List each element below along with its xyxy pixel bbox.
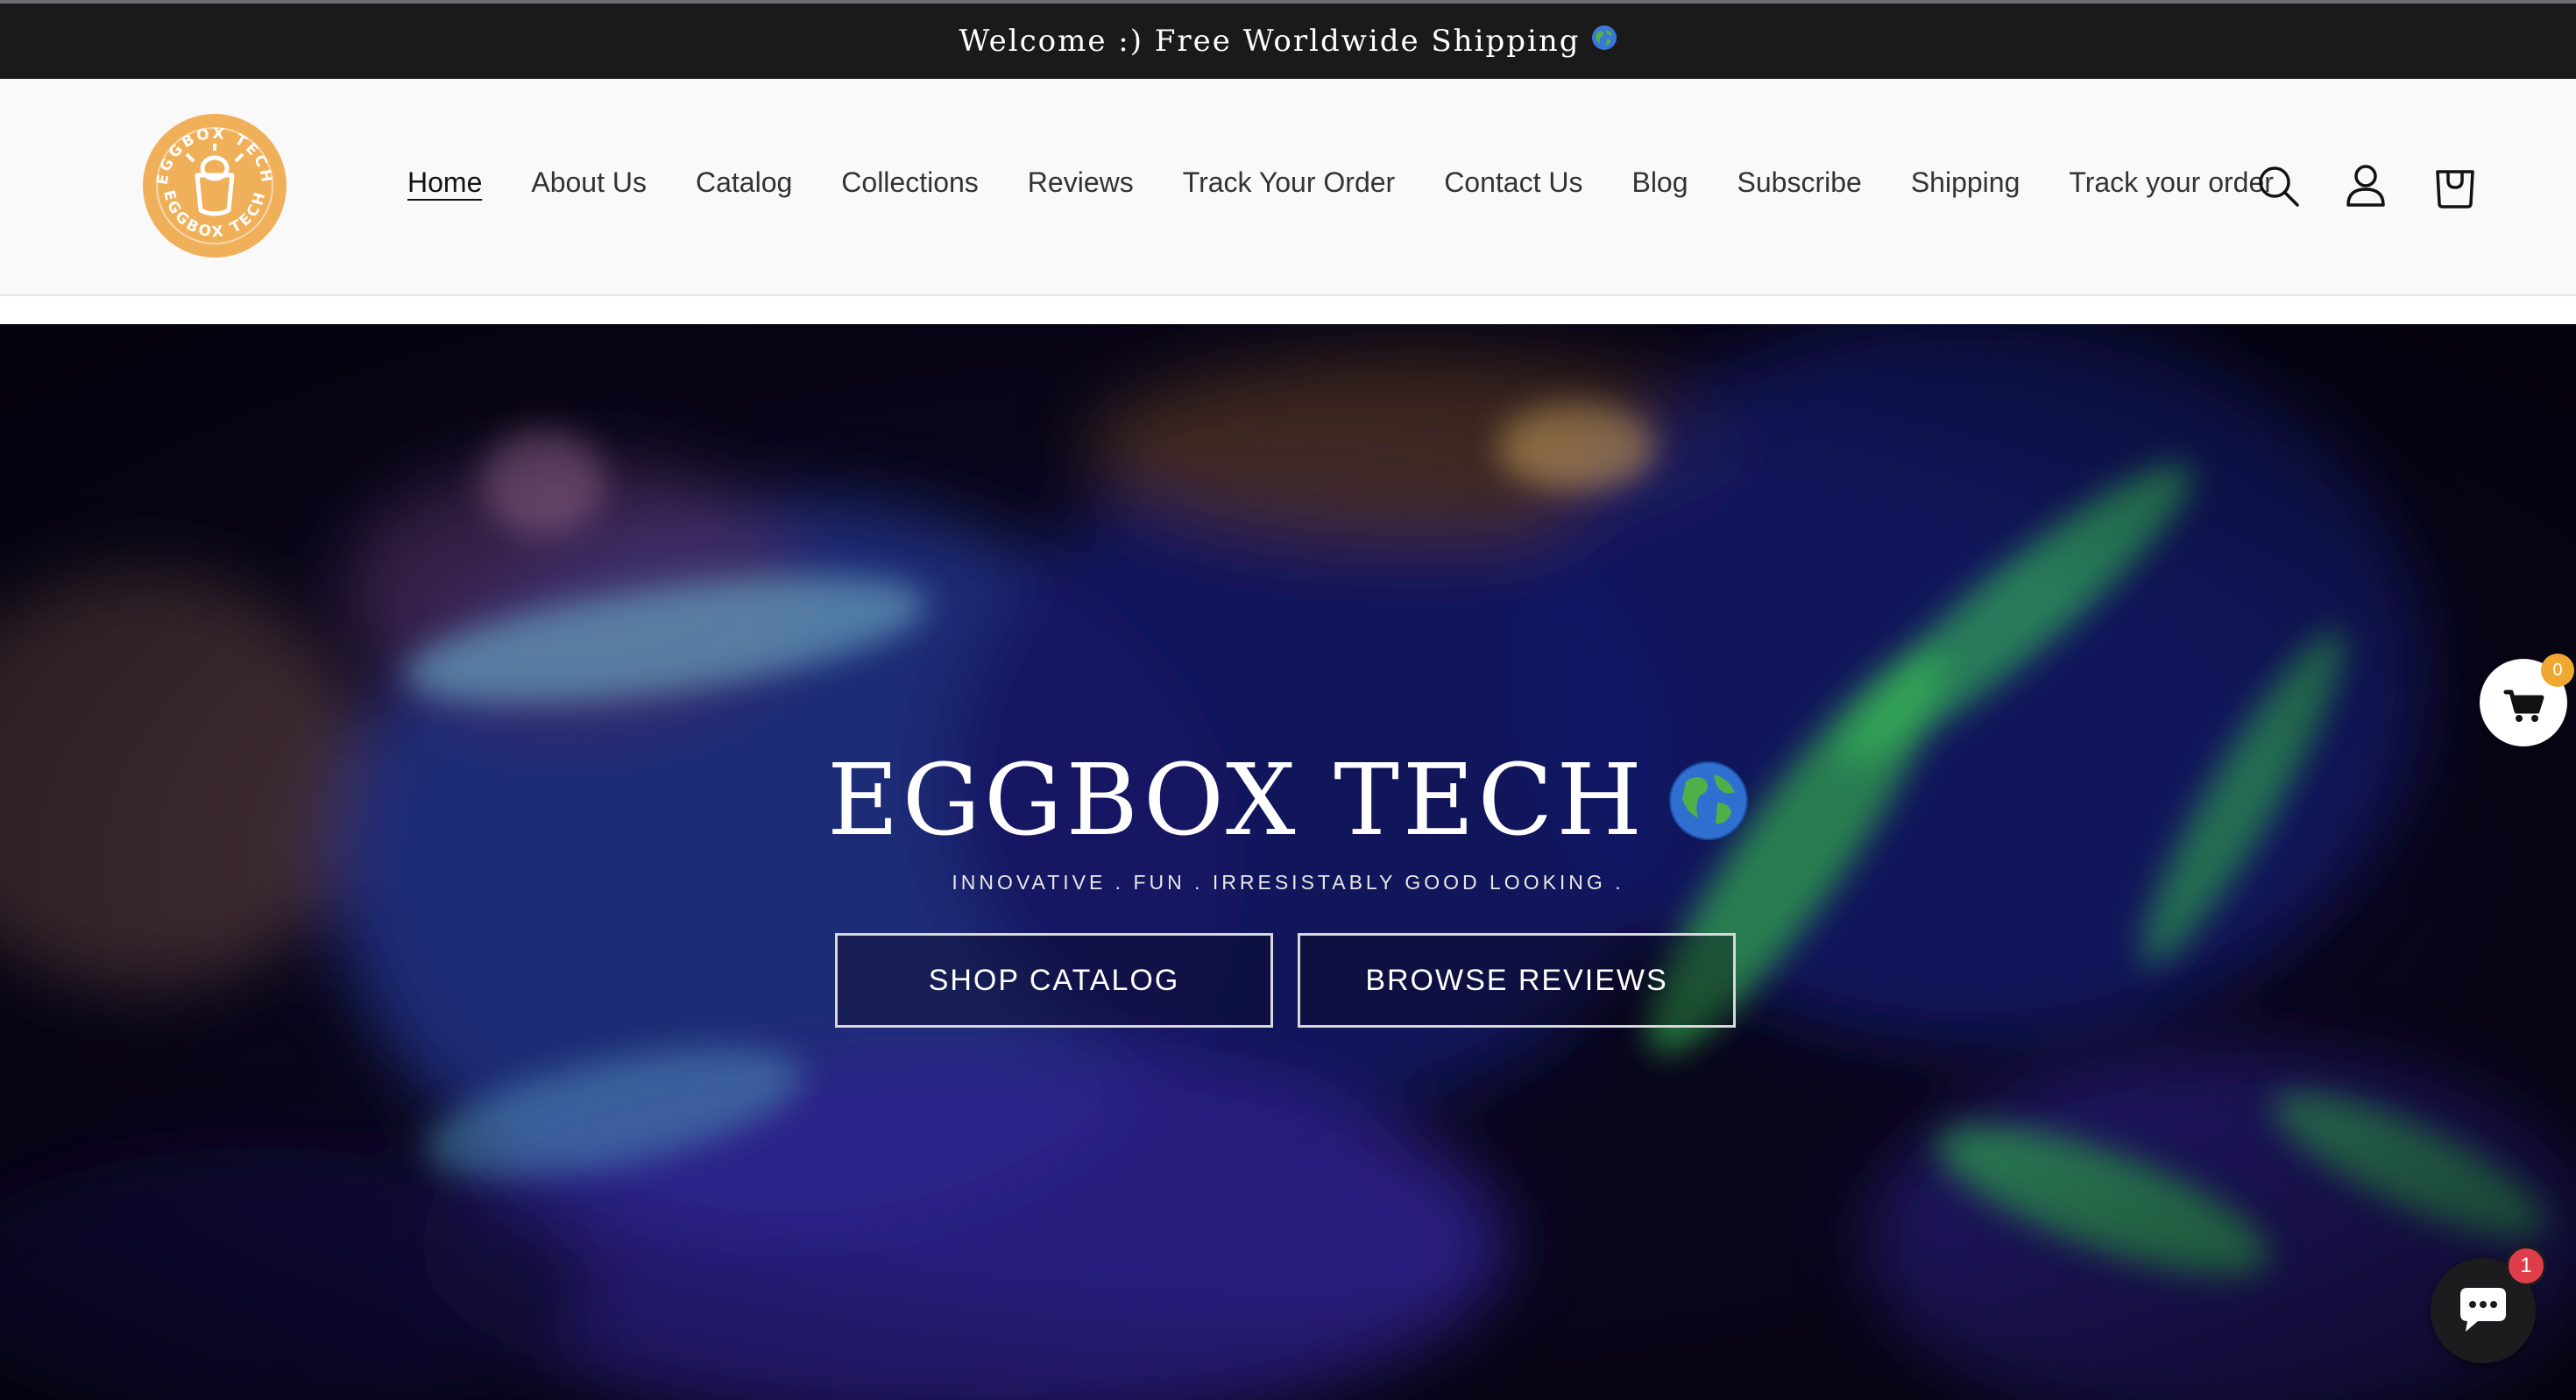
chat-unread-badge: 1: [2506, 1246, 2546, 1286]
shop-catalog-button[interactable]: SHOP CATALOG: [835, 933, 1273, 1028]
nav-item-home[interactable]: Home: [407, 166, 482, 199]
globe-icon: [1669, 761, 1749, 840]
hero-subtitle: INNOVATIVE . FUN . IRRESISTABLY GOOD LOO…: [952, 871, 1624, 894]
nav-item-contact-us[interactable]: Contact Us: [1444, 166, 1582, 199]
nav-item-collections[interactable]: Collections: [841, 166, 979, 199]
hero-title-text: EGGBOX TECH: [826, 744, 1646, 858]
cart-icon[interactable]: [2431, 161, 2480, 210]
search-icon[interactable]: [2254, 161, 2303, 210]
floating-cart-button[interactable]: 0: [2480, 654, 2574, 746]
nav-item-subscribe[interactable]: Subscribe: [1737, 166, 1862, 199]
nav-item-track-your-order[interactable]: Track Your Order: [1183, 166, 1395, 199]
site-header: EGGBOX TECH EGGBOX TECH Home About Us Ca…: [0, 79, 2576, 296]
nav-item-shipping[interactable]: Shipping: [1911, 166, 2020, 199]
shop-catalog-label: SHOP CATALOG: [928, 963, 1180, 997]
account-icon[interactable]: [2341, 161, 2390, 210]
globe-icon: [1591, 24, 1617, 59]
nav-item-track-your-order-2[interactable]: Track your order: [2069, 166, 2274, 199]
main-nav: Home About Us Catalog Collections Review…: [407, 166, 2323, 199]
browse-reviews-label: BROWSE REVIEWS: [1365, 963, 1668, 997]
hero-title: EGGBOX TECH: [0, 736, 2576, 858]
hero-banner: EGGBOX TECH INNOVATIVE . FUN . IRRESISTA…: [0, 324, 2576, 1400]
browse-reviews-button[interactable]: BROWSE REVIEWS: [1298, 933, 1736, 1028]
cart-count-badge: 0: [2541, 654, 2574, 687]
nav-item-reviews[interactable]: Reviews: [1028, 166, 1134, 199]
chat-widget-button[interactable]: 1: [2431, 1246, 2546, 1363]
hero-background-image: [0, 324, 2576, 1400]
nav-item-catalog[interactable]: Catalog: [696, 166, 792, 199]
brand-logo[interactable]: EGGBOX TECH EGGBOX TECH: [143, 114, 287, 258]
announcement-text: Welcome :) Free Worldwide Shipping: [959, 24, 1581, 59]
nav-item-blog[interactable]: Blog: [1631, 166, 1688, 199]
header-spacer: [0, 296, 2576, 324]
announcement-bar: Welcome :) Free Worldwide Shipping: [0, 4, 2576, 79]
nav-item-about-us[interactable]: About Us: [531, 166, 647, 199]
